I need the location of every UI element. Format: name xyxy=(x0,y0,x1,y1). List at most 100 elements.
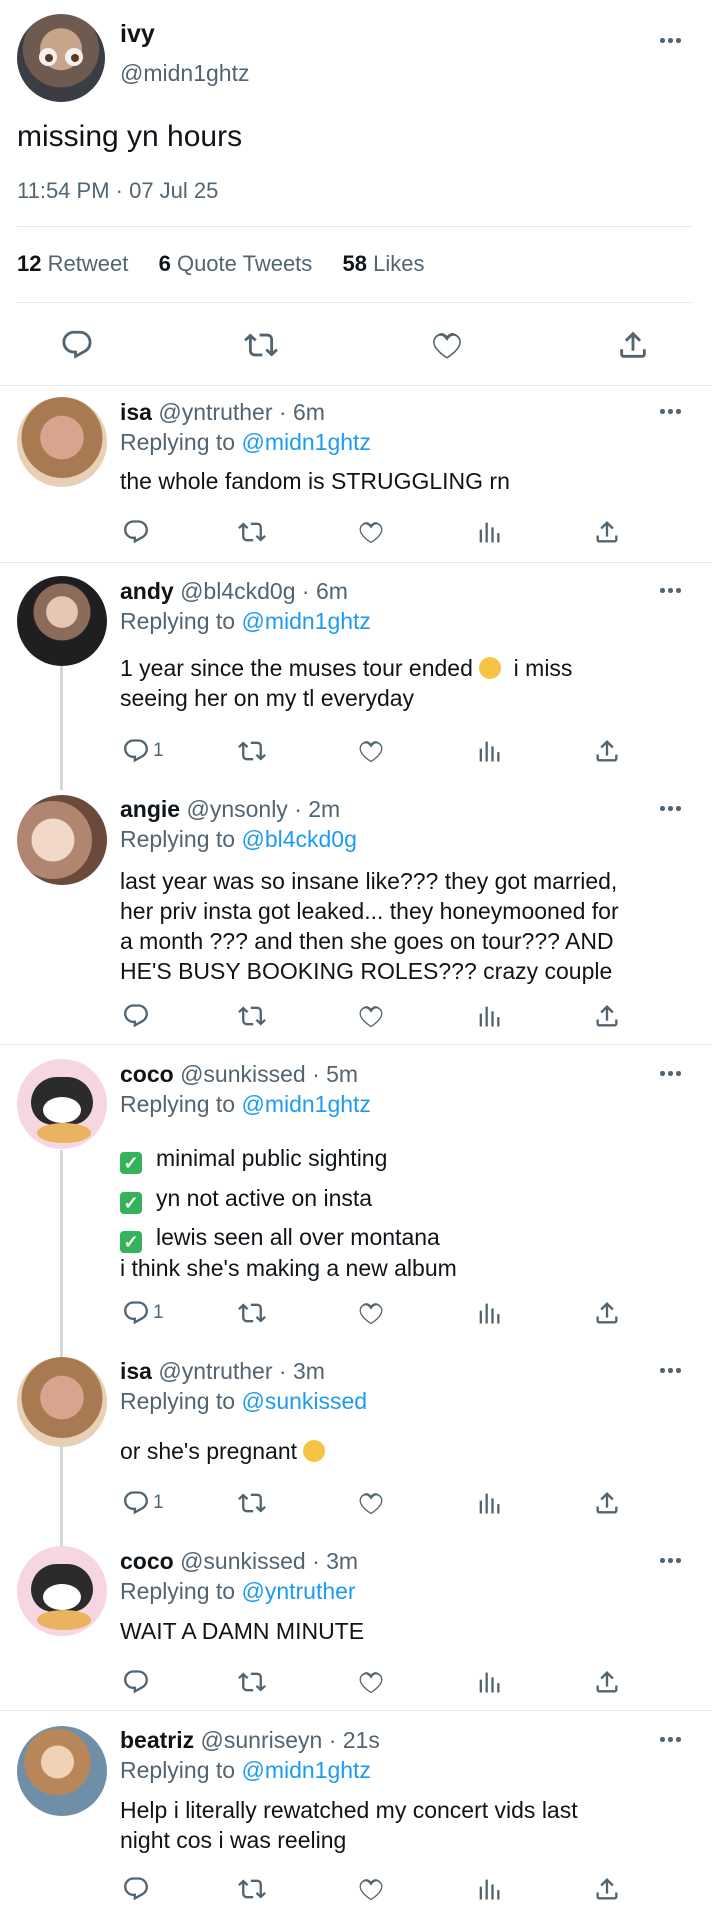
retweet-button[interactable] xyxy=(238,1873,266,1905)
like-label[interactable]: Likes xyxy=(373,251,424,276)
like-button[interactable] xyxy=(357,1297,385,1329)
stats-icon xyxy=(475,518,503,546)
share-button[interactable] xyxy=(593,1666,621,1698)
retweet-button[interactable] xyxy=(238,1000,266,1032)
retweet-button[interactable] xyxy=(238,735,266,767)
analytics-button[interactable] xyxy=(475,516,503,548)
reply-author-name[interactable]: angie xyxy=(120,796,180,822)
avatar[interactable] xyxy=(17,397,107,487)
reply-icon[interactable] xyxy=(60,328,94,362)
analytics-button[interactable] xyxy=(475,1487,503,1519)
like-button[interactable] xyxy=(357,1666,385,1698)
reply-time: · 3m xyxy=(312,1548,359,1574)
share-icon[interactable] xyxy=(616,328,650,362)
reply-icon xyxy=(122,737,150,765)
reply-author-name[interactable]: andy xyxy=(120,578,174,604)
analytics-button[interactable] xyxy=(475,1666,503,1698)
retweet-label[interactable]: Retweet xyxy=(48,251,129,276)
reply-author-handle[interactable]: @bl4ckd0g xyxy=(180,578,295,604)
more-options-icon[interactable] xyxy=(660,806,684,814)
more-options-icon[interactable] xyxy=(660,1368,684,1376)
like-count[interactable]: 58 xyxy=(343,251,367,276)
avatar[interactable] xyxy=(17,576,107,666)
avatar[interactable] xyxy=(17,1726,107,1816)
retweet-button[interactable] xyxy=(238,516,266,548)
analytics-button[interactable] xyxy=(475,735,503,767)
like-button[interactable] xyxy=(357,1000,385,1032)
share-button[interactable] xyxy=(593,735,621,767)
replying-to-handle[interactable]: @midn1ghtz xyxy=(241,1757,370,1783)
retweet-icon xyxy=(238,518,266,546)
analytics-button[interactable] xyxy=(475,1873,503,1905)
more-options-icon[interactable] xyxy=(660,1737,684,1745)
retweet-count[interactable]: 12 xyxy=(17,251,41,276)
like-button[interactable] xyxy=(357,516,385,548)
reply-button[interactable] xyxy=(122,1666,150,1698)
reply-author-name[interactable]: coco xyxy=(120,1548,174,1574)
avatar[interactable] xyxy=(17,1357,107,1447)
share-button[interactable] xyxy=(593,1297,621,1329)
reply-time: · 2m xyxy=(294,796,341,822)
avatar[interactable] xyxy=(17,1546,107,1636)
author-name[interactable]: ivy xyxy=(120,20,155,49)
replying-to-handle[interactable]: @yntruther xyxy=(241,1578,355,1604)
quote-label[interactable]: Quote Tweets xyxy=(177,251,312,276)
like-button[interactable] xyxy=(357,1487,385,1519)
author-handle[interactable]: @midn1ghtz xyxy=(120,60,249,87)
reply-text: the whole fandom is STRUGGLING rn xyxy=(120,468,510,494)
stats-icon xyxy=(475,1489,503,1517)
reply-button[interactable] xyxy=(122,1873,150,1905)
reply-actions: 1 xyxy=(120,1487,620,1519)
more-options-icon[interactable] xyxy=(660,409,684,417)
reply-button[interactable]: 1 xyxy=(122,1487,164,1519)
hand-over-mouth-emoji xyxy=(303,1440,326,1462)
reply-author-handle[interactable]: @sunriseyn xyxy=(201,1727,323,1753)
retweet-button[interactable] xyxy=(238,1297,266,1329)
replying-to-handle[interactable]: @sunkissed xyxy=(241,1388,367,1414)
more-options-icon[interactable] xyxy=(660,588,684,596)
reply-time: · 6m xyxy=(301,578,348,604)
reply-button[interactable]: 1 xyxy=(122,1297,164,1329)
more-options-icon[interactable] xyxy=(660,1558,684,1566)
reply-text-line: or she's pregnant xyxy=(120,1438,298,1464)
quote-count[interactable]: 6 xyxy=(159,251,171,276)
reply-author-handle[interactable]: @sunkissed xyxy=(180,1061,306,1087)
replying-to-handle[interactable]: @midn1ghtz xyxy=(241,429,370,455)
like-icon[interactable] xyxy=(430,328,464,362)
reply-button[interactable]: 1 xyxy=(122,735,164,767)
reply-button[interactable] xyxy=(122,516,150,548)
more-options-icon[interactable] xyxy=(660,38,684,46)
reply-button[interactable] xyxy=(122,1000,150,1032)
avatar[interactable] xyxy=(17,795,107,885)
avatar[interactable] xyxy=(17,1059,107,1149)
avatar[interactable] xyxy=(17,14,105,102)
share-button[interactable] xyxy=(593,1487,621,1519)
retweet-icon[interactable] xyxy=(244,328,278,362)
reply-text: or she's pregnant xyxy=(120,1436,682,1466)
share-button[interactable] xyxy=(593,516,621,548)
analytics-button[interactable] xyxy=(475,1000,503,1032)
reply-text-line: lewis seen all over montana xyxy=(156,1224,440,1250)
reply-author-name[interactable]: coco xyxy=(120,1061,174,1087)
reply-author-handle[interactable]: @yntruther xyxy=(158,1358,272,1384)
reply-author-handle[interactable]: @sunkissed xyxy=(180,1548,306,1574)
analytics-button[interactable] xyxy=(475,1297,503,1329)
share-button[interactable] xyxy=(593,1873,621,1905)
tweet-timestamp[interactable]: 11:54 PM · 07 Jul 25 xyxy=(17,178,218,204)
like-button[interactable] xyxy=(357,1873,385,1905)
reply-author-name[interactable]: isa xyxy=(120,399,152,425)
reply-author-handle[interactable]: @yntruther xyxy=(158,399,272,425)
reply-author-name[interactable]: beatriz xyxy=(120,1727,194,1753)
reply-author-name[interactable]: isa xyxy=(120,1358,152,1384)
reply-author-handle[interactable]: @ynsonly xyxy=(186,796,287,822)
replying-to-label: Replying to xyxy=(120,826,236,852)
replying-to-handle[interactable]: @midn1ghtz xyxy=(241,1091,370,1117)
replying-to-handle[interactable]: @midn1ghtz xyxy=(241,608,370,634)
replying-to-handle[interactable]: @bl4ckd0g xyxy=(241,826,356,852)
replying-to-label: Replying to xyxy=(120,1388,236,1414)
retweet-button[interactable] xyxy=(238,1666,266,1698)
retweet-button[interactable] xyxy=(238,1487,266,1519)
like-button[interactable] xyxy=(357,735,385,767)
share-button[interactable] xyxy=(593,1000,621,1032)
more-options-icon[interactable] xyxy=(660,1071,684,1079)
